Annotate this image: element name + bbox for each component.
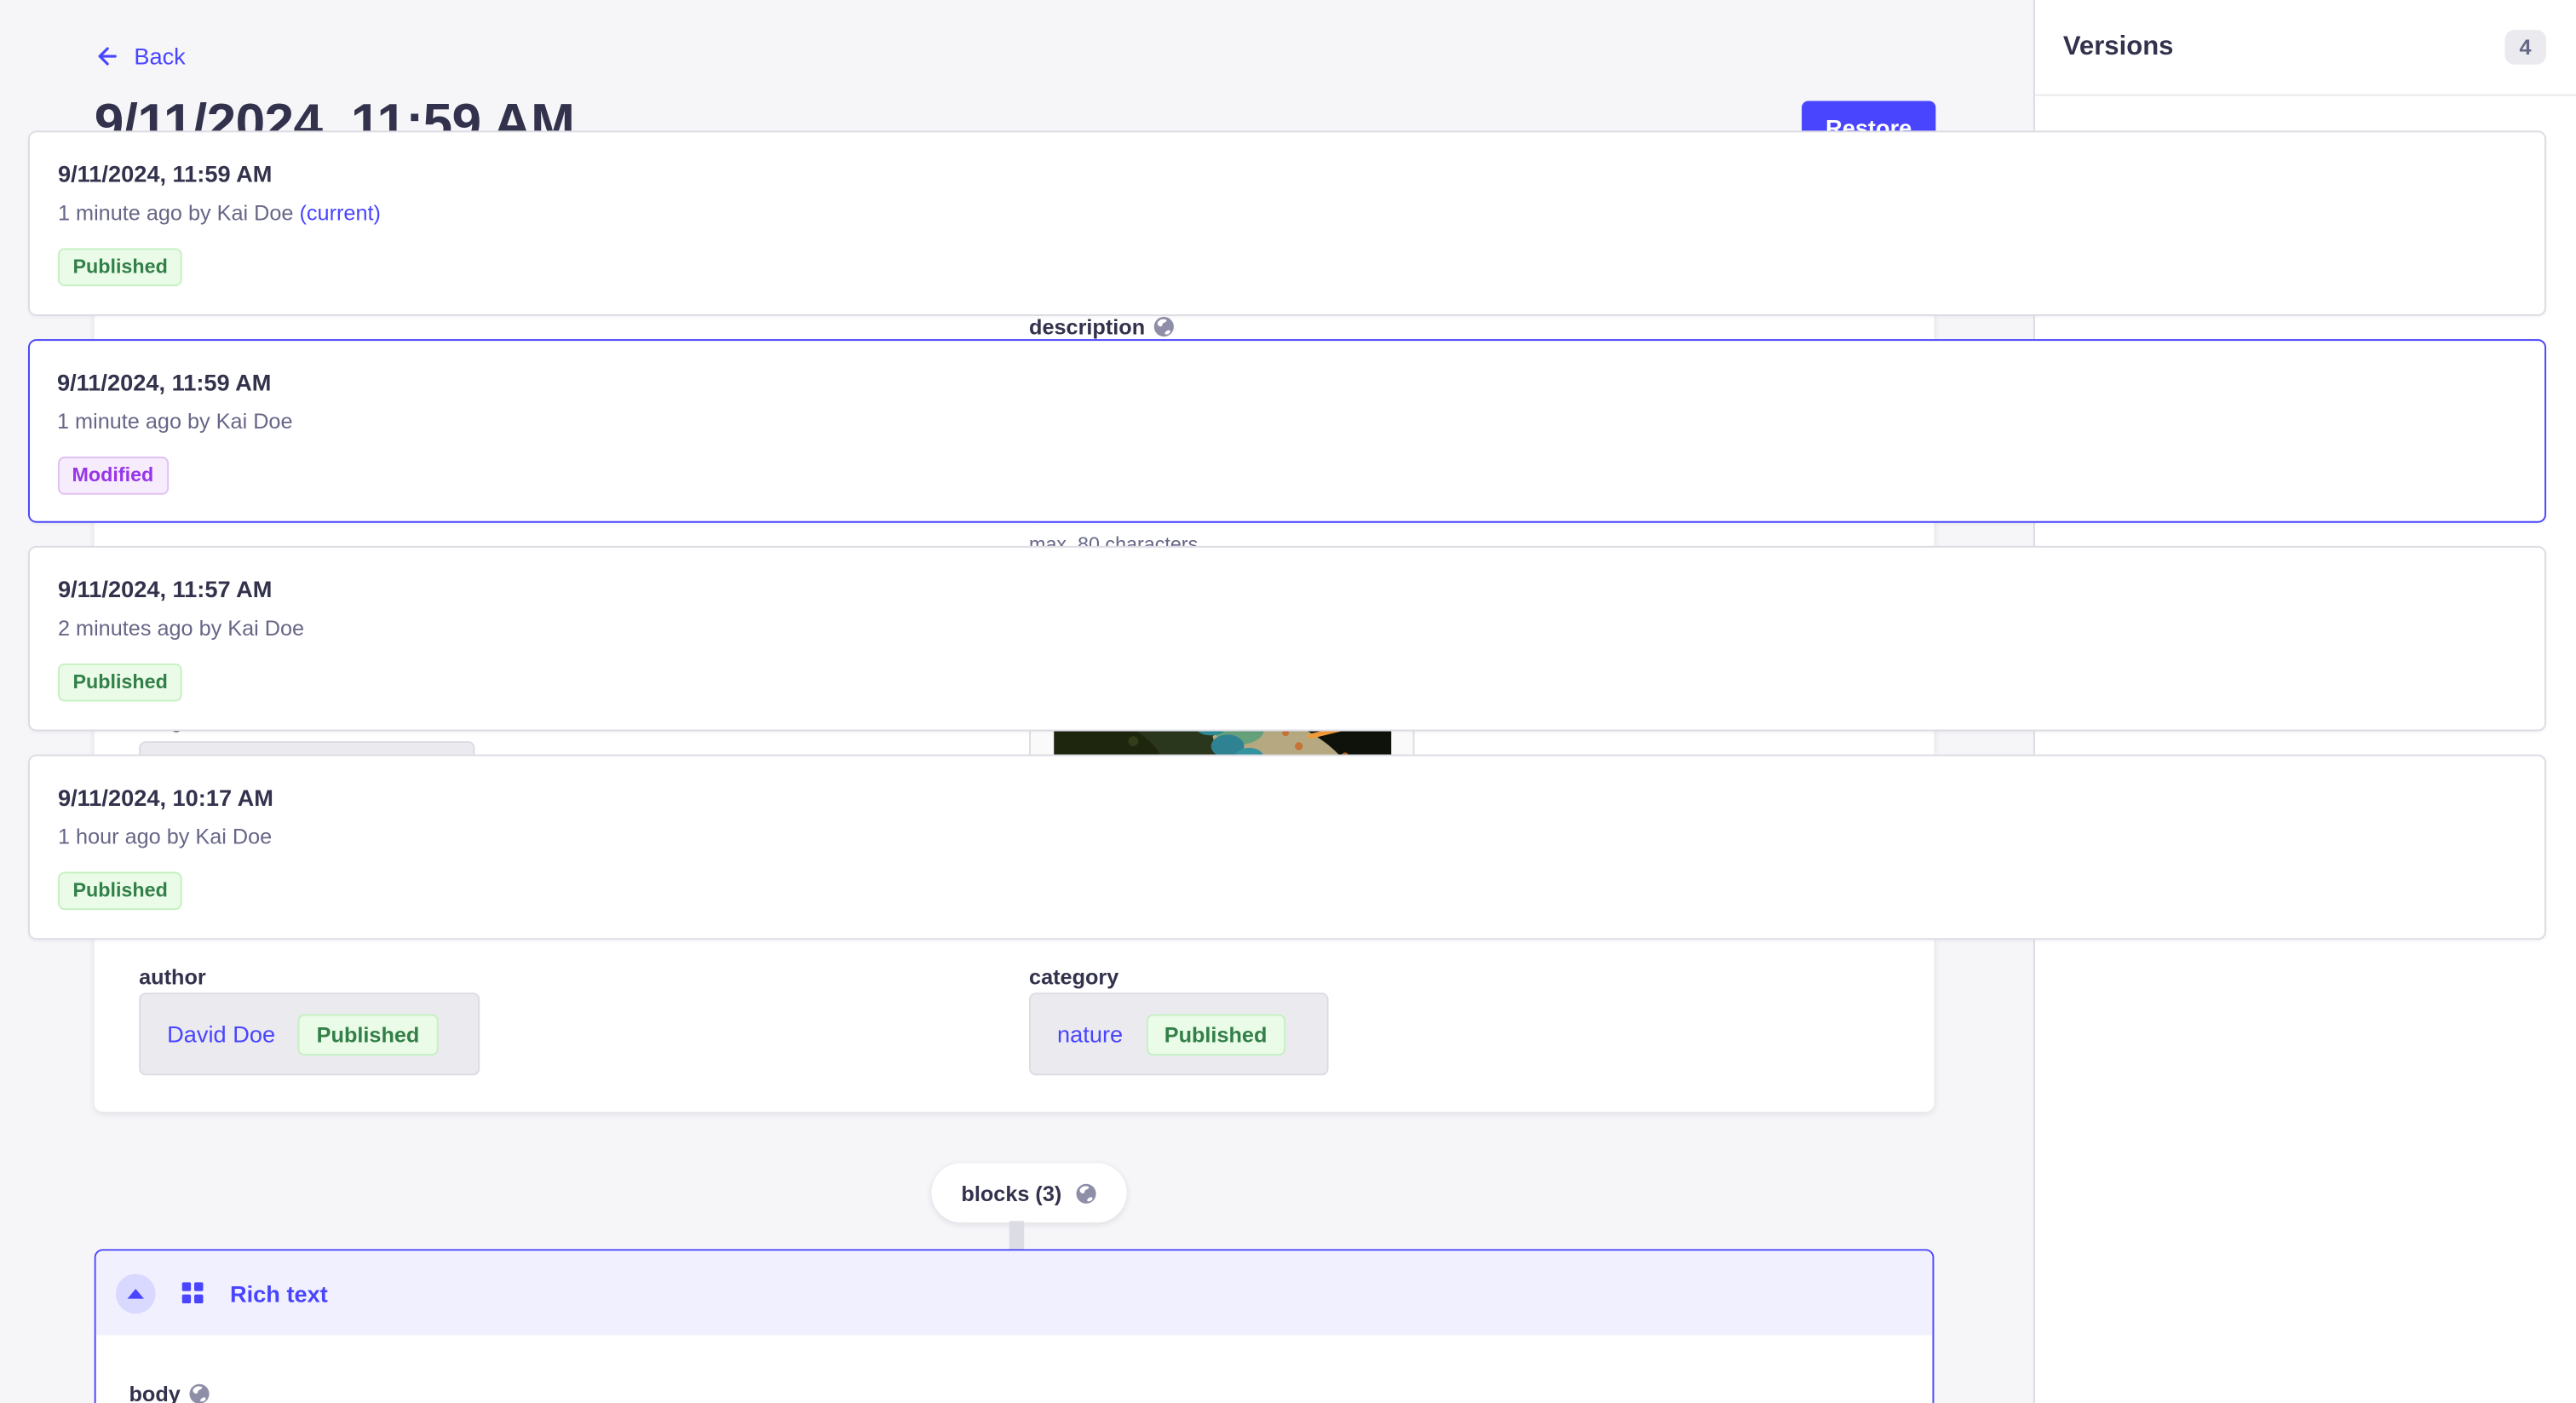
collapse-toggle-button[interactable] <box>116 1274 156 1314</box>
back-arrow-icon <box>95 43 121 69</box>
version-card[interactable]: 9/11/2024, 11:59 AM 1 minute ago by Kai … <box>28 130 2546 316</box>
component-grid-icon <box>182 1282 204 1303</box>
version-date: 9/11/2024, 10:17 AM <box>58 785 2516 811</box>
author-relation-link[interactable]: David Doe <box>167 1021 275 1047</box>
blocks-pill-label: blocks (3) <box>961 1181 1061 1205</box>
rich-text-block-body: body <box>96 1335 1933 1403</box>
version-status-badge: Modified <box>57 456 169 494</box>
version-card[interactable]: 9/11/2024, 11:59 AM 1 minute ago by Kai … <box>28 339 2546 523</box>
body-label-text: body <box>129 1382 180 1403</box>
body-field-label: body <box>129 1382 1899 1403</box>
version-meta: 2 minutes ago by Kai Doe <box>58 615 2516 640</box>
history-page: Back 9/11/2024, 11:59 AM This shrimp is … <box>0 0 2576 1403</box>
version-date: 9/11/2024, 11:59 AM <box>58 160 2516 187</box>
rich-text-block-header: Rich text <box>96 1251 1933 1335</box>
versions-title: Versions <box>2063 32 2174 62</box>
version-card[interactable]: 9/11/2024, 11:57 AM 2 minutes ago by Kai… <box>28 546 2546 732</box>
blocks-field-pill: blocks (3) <box>931 1163 1126 1222</box>
version-current-label: (current) <box>293 200 380 225</box>
version-date: 9/11/2024, 11:57 AM <box>58 576 2516 602</box>
author-relation-box: David Doe Published <box>139 992 480 1075</box>
version-meta-text: 1 hour ago by Kai Doe <box>58 824 272 848</box>
version-status-badge: Published <box>58 872 182 911</box>
rich-text-block-title: Rich text <box>230 1279 328 1306</box>
category-field-label: category <box>1029 964 1118 989</box>
author-field-label: author <box>139 964 206 989</box>
chevron-up-icon <box>128 1288 144 1298</box>
version-meta-text: 1 minute ago by Kai Doe <box>57 408 293 433</box>
version-meta: 1 minute ago by Kai Doe <box>57 408 2517 433</box>
back-link[interactable]: Back <box>95 43 186 69</box>
version-status-badge: Published <box>58 664 182 702</box>
version-meta: 1 hour ago by Kai Doe <box>58 824 2516 848</box>
version-meta: 1 minute ago by Kai Doe (current) <box>58 200 2516 225</box>
category-status-badge: Published <box>1146 1014 1285 1055</box>
category-relation-link[interactable]: nature <box>1057 1021 1123 1047</box>
version-card[interactable]: 9/11/2024, 10:17 AM 1 hour ago by Kai Do… <box>28 755 2546 940</box>
versions-sidebar-header: Versions 4 <box>2035 0 2576 96</box>
rich-text-block: Rich text body <box>95 1249 1935 1403</box>
version-meta-text: 2 minutes ago by Kai Doe <box>58 615 304 640</box>
category-relation-box: nature Published <box>1029 992 1329 1075</box>
version-list: 9/11/2024, 11:59 AM 1 minute ago by Kai … <box>28 130 2546 940</box>
globe-icon <box>189 1383 210 1403</box>
globe-icon <box>1075 1182 1096 1204</box>
version-meta-text: 1 minute ago by Kai Doe <box>58 200 294 225</box>
back-label: Back <box>134 43 185 69</box>
versions-count-badge: 4 <box>2504 30 2546 65</box>
version-status-badge: Published <box>58 248 182 286</box>
author-status-badge: Published <box>298 1014 437 1055</box>
blocks-connector-line <box>1009 1221 1024 1251</box>
version-date: 9/11/2024, 11:59 AM <box>57 368 2517 394</box>
